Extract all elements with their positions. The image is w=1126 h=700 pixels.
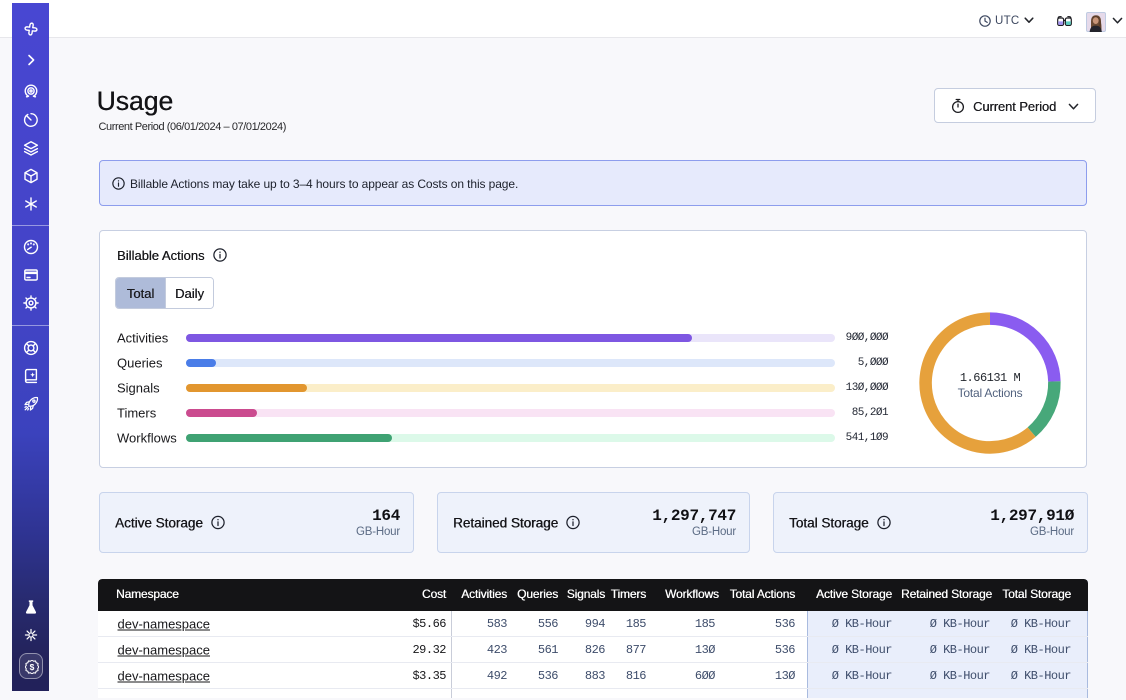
svg-text:$: $	[29, 661, 34, 671]
